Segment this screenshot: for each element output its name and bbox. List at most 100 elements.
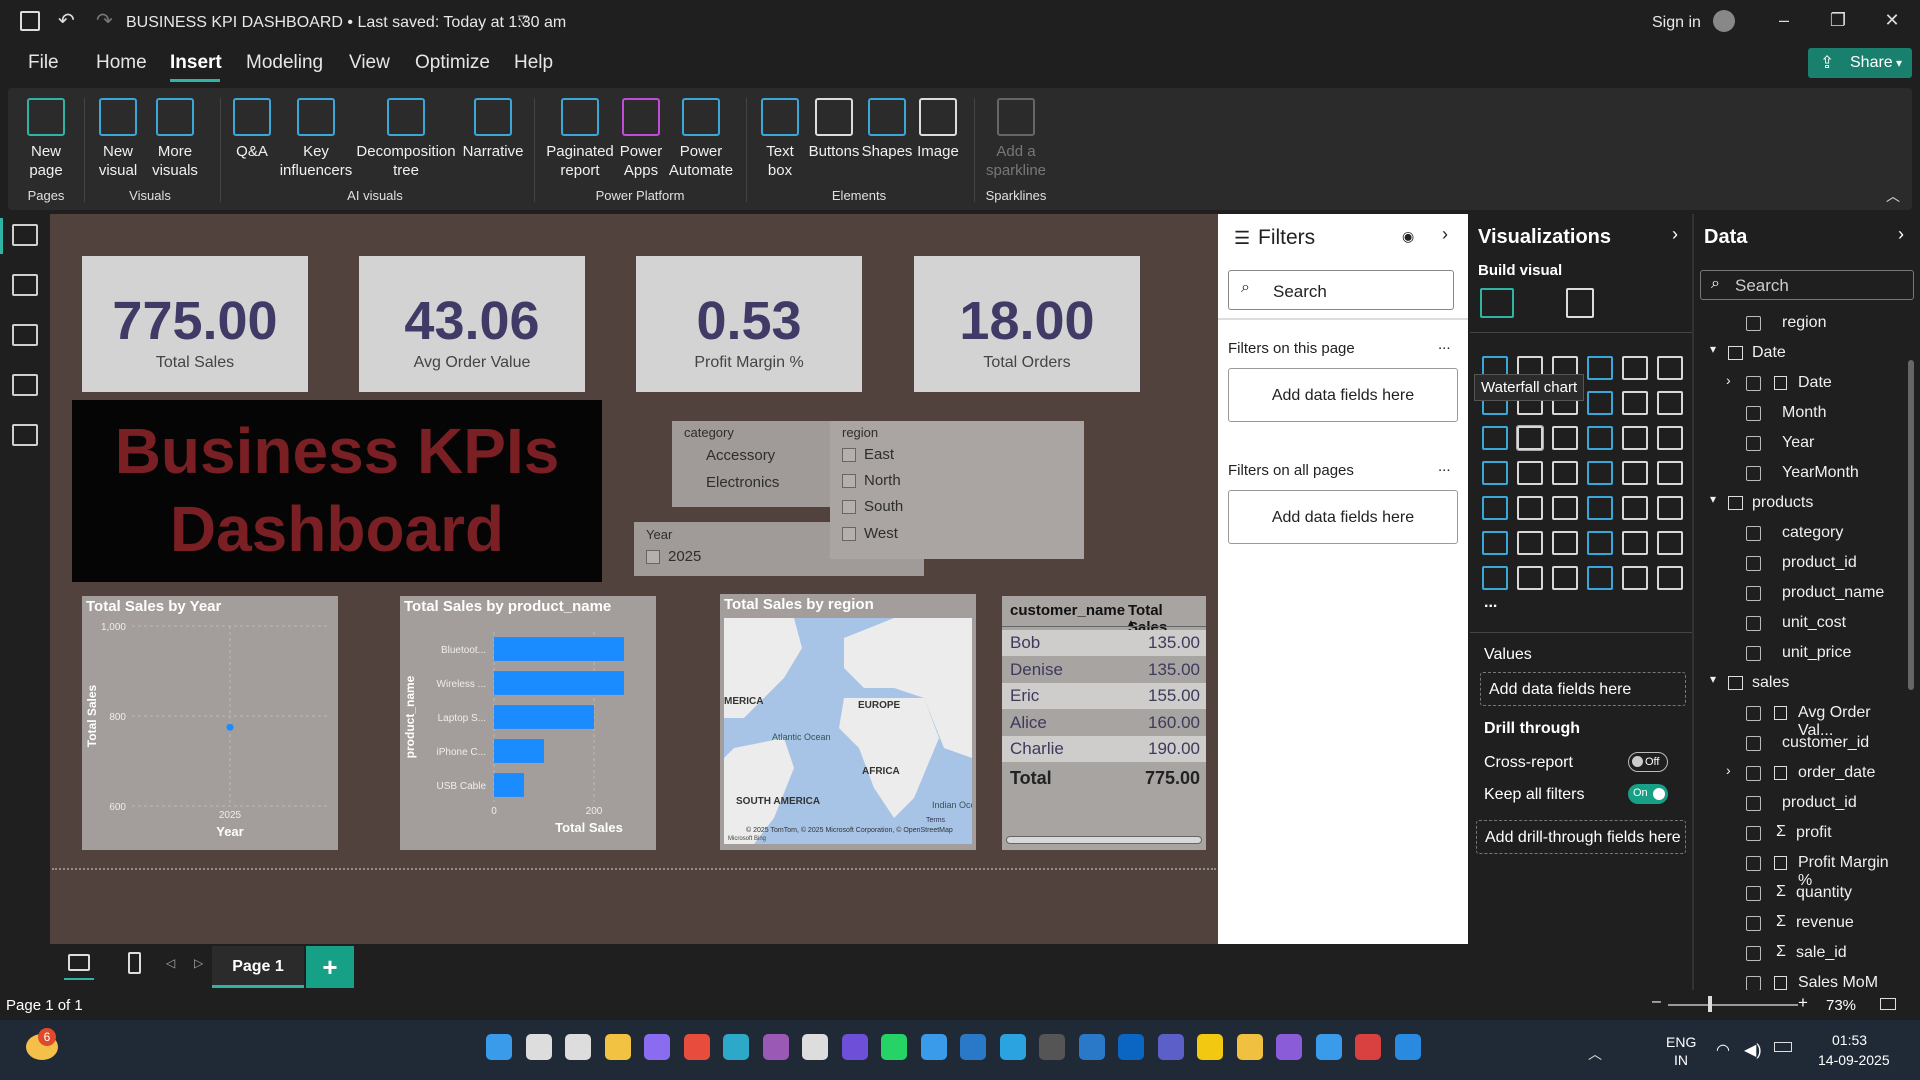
multi-row-card-icon[interactable] bbox=[1482, 496, 1508, 520]
fit-to-page-icon[interactable] bbox=[1880, 998, 1896, 1010]
shapes-button[interactable]: Shapes bbox=[860, 98, 914, 161]
buttons-button[interactable]: Buttons bbox=[806, 98, 862, 161]
data-row-table[interactable]: ▾ products bbox=[1696, 488, 1906, 518]
field-checkbox[interactable] bbox=[1746, 526, 1761, 541]
chart-sales-by-year[interactable]: Total Sales by Year 1,000 800 600 2025 Year T… bbox=[82, 596, 338, 850]
power-apps-button[interactable]: Power Apps bbox=[616, 98, 666, 180]
field-checkbox[interactable] bbox=[1746, 706, 1761, 721]
slicer-item[interactable]: South bbox=[842, 498, 903, 515]
gauge-icon[interactable] bbox=[1622, 461, 1648, 485]
slicer-item[interactable]: East bbox=[842, 446, 894, 463]
data-row-measure[interactable]: Avg Order Val... bbox=[1696, 698, 1906, 739]
bar[interactable] bbox=[494, 739, 544, 763]
task-view-icon[interactable] bbox=[565, 1034, 591, 1060]
add-all-pages-filter-field[interactable]: Add data fields here bbox=[1228, 490, 1458, 544]
qa-button[interactable]: Q&A bbox=[228, 98, 276, 161]
slicer-region[interactable]: region East North South West bbox=[830, 421, 1084, 559]
linkedin-icon[interactable] bbox=[1118, 1034, 1144, 1060]
checkbox[interactable] bbox=[842, 448, 856, 463]
add-drill-through-field[interactable]: Add drill-through fields here bbox=[1476, 820, 1686, 854]
100-stacked-column-chart-icon[interactable] bbox=[1657, 356, 1683, 380]
data-search-input[interactable]: ⌕ Search bbox=[1700, 270, 1914, 300]
chrome-icon[interactable] bbox=[683, 1034, 710, 1060]
collapse-filters-icon[interactable]: › bbox=[1442, 224, 1448, 245]
slicer-item[interactable]: Electronics bbox=[706, 474, 779, 491]
field-checkbox[interactable] bbox=[1746, 556, 1761, 571]
data-row-sum[interactable]: Σprofit bbox=[1696, 818, 1906, 848]
data-point[interactable] bbox=[226, 723, 234, 731]
save-icon[interactable] bbox=[20, 11, 40, 31]
python-icon[interactable] bbox=[1236, 1034, 1263, 1060]
field-checkbox[interactable] bbox=[1746, 616, 1761, 631]
expand-chevron-icon[interactable]: › bbox=[1726, 372, 1731, 388]
chevron-down-icon[interactable]: ▽ bbox=[518, 12, 528, 28]
restore-icon[interactable]: ❐ bbox=[1818, 10, 1858, 34]
matrix-icon[interactable] bbox=[1622, 496, 1648, 520]
expand-chevron-icon[interactable]: ▾ bbox=[1710, 342, 1716, 356]
new-visual-button[interactable]: New visual bbox=[92, 98, 144, 180]
more-visuals-icon[interactable]: ... bbox=[1484, 594, 1497, 612]
field-checkbox[interactable] bbox=[1746, 736, 1761, 751]
table-row[interactable]: Denise 135.00 bbox=[1002, 656, 1206, 683]
customer-sales-table[interactable]: customer_name Total Sales ▲ Bob 135.00 Den… bbox=[1002, 596, 1206, 850]
field-checkbox[interactable] bbox=[1746, 826, 1761, 841]
paginated-report-button[interactable]: Paginated report bbox=[542, 98, 618, 180]
vs-icon[interactable] bbox=[1276, 1034, 1302, 1060]
azure-map-icon[interactable] bbox=[1587, 461, 1613, 485]
data-row-hier[interactable]: › order_date bbox=[1696, 758, 1906, 788]
zoom-in-icon[interactable]: + bbox=[1798, 993, 1808, 1013]
sign-in-link[interactable]: Sign in bbox=[1652, 14, 1701, 32]
expand-chevron-icon[interactable]: › bbox=[1726, 762, 1731, 778]
filled-map-icon[interactable] bbox=[1552, 461, 1578, 485]
100-stacked-area-chart-icon[interactable] bbox=[1587, 391, 1613, 415]
data-row-sum[interactable]: Σquantity bbox=[1696, 878, 1906, 908]
new-page-button[interactable]: New page bbox=[14, 98, 78, 180]
field-checkbox[interactable] bbox=[1746, 946, 1761, 961]
field-checkbox[interactable] bbox=[1746, 916, 1761, 931]
kpi-card-profit-margin[interactable]: 0.53 Profit Margin % bbox=[636, 256, 862, 392]
bar[interactable] bbox=[494, 773, 524, 797]
data-row-field[interactable]: product_id bbox=[1696, 548, 1906, 578]
data-row-field[interactable]: YearMonth bbox=[1696, 458, 1906, 488]
volume-icon[interactable]: ◀) bbox=[1744, 1040, 1762, 1060]
slicer-icon[interactable] bbox=[1552, 496, 1578, 520]
ribbon-chart-icon[interactable] bbox=[1482, 426, 1508, 450]
chart-sales-by-product[interactable]: Total Sales by product_name 0 200 Bluetoot… bbox=[400, 596, 656, 850]
card-icon[interactable] bbox=[1657, 461, 1683, 485]
clustered-column-chart-icon[interactable] bbox=[1587, 356, 1613, 380]
expand-chevron-icon[interactable]: ▾ bbox=[1710, 672, 1716, 686]
qa-icon[interactable] bbox=[1587, 531, 1613, 555]
bar[interactable] bbox=[494, 705, 594, 729]
github-icon[interactable] bbox=[762, 1034, 789, 1060]
field-checkbox[interactable] bbox=[1746, 796, 1761, 811]
kpi-card-avg-order-value[interactable]: 43.06 Avg Order Value bbox=[359, 256, 585, 392]
report-view-icon[interactable] bbox=[12, 224, 38, 246]
data-row-sum[interactable]: Σsale_id bbox=[1696, 938, 1906, 968]
help-icon[interactable] bbox=[920, 1034, 947, 1060]
azure-data-studio-icon[interactable] bbox=[1315, 1034, 1342, 1060]
visual-studio-icon[interactable] bbox=[841, 1034, 868, 1060]
menu-help[interactable]: Help bbox=[514, 52, 553, 74]
filters-search-input[interactable]: ⌕ Search bbox=[1228, 270, 1454, 310]
model-view-icon[interactable] bbox=[12, 324, 38, 346]
copilot-icon[interactable] bbox=[644, 1034, 670, 1060]
r-script-visual-icon[interactable] bbox=[1657, 496, 1683, 520]
menu-view[interactable]: View bbox=[349, 52, 390, 74]
page-tab-page-1[interactable]: Page 1 bbox=[212, 946, 304, 988]
paginated-visual-icon[interactable] bbox=[1482, 566, 1508, 590]
field-checkbox[interactable] bbox=[1746, 586, 1761, 601]
minimize-icon[interactable]: – bbox=[1764, 10, 1804, 34]
zoom-thumb[interactable] bbox=[1708, 996, 1712, 1012]
kpi-icon[interactable] bbox=[1517, 496, 1543, 520]
treemap-icon[interactable] bbox=[1482, 461, 1508, 485]
checkbox[interactable] bbox=[842, 527, 856, 542]
share-button[interactable]: ⇪ Share ▾ bbox=[1808, 48, 1912, 78]
collapse-ribbon-icon[interactable]: ︿ bbox=[1886, 186, 1900, 206]
image-button[interactable]: Image bbox=[912, 98, 964, 161]
close-icon[interactable]: ✕ bbox=[1872, 10, 1912, 34]
user-avatar-icon[interactable] bbox=[1713, 10, 1735, 32]
acrobat-icon[interactable] bbox=[1355, 1034, 1381, 1060]
field-checkbox[interactable] bbox=[1746, 766, 1761, 781]
kpi-card-total-sales[interactable]: 775.00 Total Sales bbox=[82, 256, 308, 392]
funnel-chart-icon[interactable] bbox=[1552, 426, 1578, 450]
